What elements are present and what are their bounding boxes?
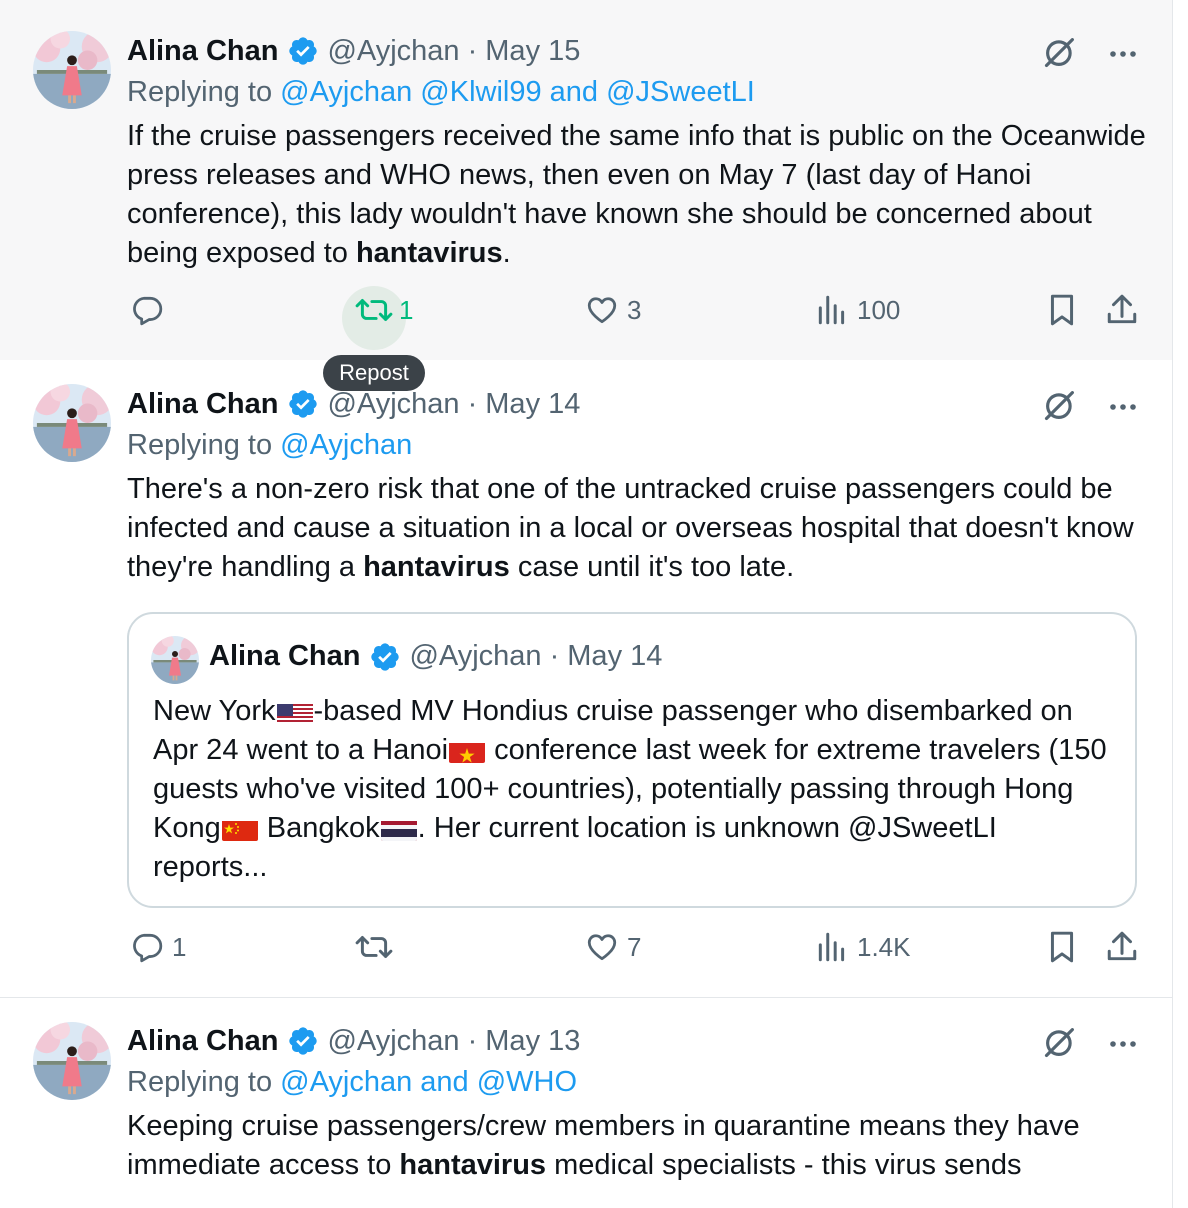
like-icon: [585, 293, 619, 327]
author-name[interactable]: Alina Chan: [127, 1025, 278, 1058]
tweet-text: If the cruise passengers received the sa…: [127, 117, 1157, 273]
bookmark-button[interactable]: [1047, 293, 1077, 327]
tweet-date[interactable]: · May 15: [468, 35, 581, 68]
views-button[interactable]: 1.4K: [815, 930, 911, 964]
author-handle[interactable]: @Ayjchan: [327, 35, 459, 68]
views-count: 100: [857, 294, 901, 325]
verified-badge-icon: [287, 388, 319, 420]
bookmark-icon: [1047, 293, 1077, 327]
reply-icon: [130, 293, 164, 327]
quote-text-part: Bangkok: [258, 812, 380, 844]
replying-label: Replying to: [127, 429, 281, 461]
flag-th-icon: [380, 817, 417, 841]
more-icon[interactable]: [1108, 1036, 1138, 1054]
tweet-date: · May 14: [549, 640, 663, 672]
repost-icon: [355, 930, 393, 964]
repost-icon: [355, 293, 393, 327]
avatar[interactable]: [33, 1022, 111, 1100]
repost-button[interactable]: 1: [355, 293, 413, 327]
like-icon: [585, 930, 619, 964]
repost-count: 1: [399, 294, 414, 325]
grok-icon[interactable]: [1042, 387, 1078, 428]
reply-button[interactable]: 1: [130, 930, 186, 964]
share-button[interactable]: [1105, 930, 1139, 964]
tweet-header: Alina Chan @Ayjchan · May 13: [127, 1021, 580, 1061]
like-button[interactable]: 3: [585, 293, 641, 327]
author-handle[interactable]: @Ayjchan: [327, 1025, 459, 1058]
replying-to: Replying to @Ayjchan and @WHO: [127, 1066, 577, 1099]
author-name[interactable]: Alina Chan: [127, 388, 278, 421]
reply-button[interactable]: [130, 293, 172, 327]
author-name[interactable]: Alina Chan: [127, 35, 278, 68]
verified-badge-icon: [287, 1025, 319, 1057]
replying-to-links[interactable]: @Ayjchan and @WHO: [280, 1066, 577, 1098]
tweet-text-part: .: [502, 237, 511, 269]
avatar: [151, 636, 199, 684]
more-icon[interactable]: [1108, 46, 1138, 64]
share-button[interactable]: [1105, 293, 1139, 327]
tweet-text-part: medical specialists - this virus sends: [546, 1149, 1022, 1181]
author-name: Alina Chan: [209, 640, 361, 672]
tweet-2[interactable]: Alina Chan @Ayjchan · May 14 Replying to…: [0, 360, 1173, 998]
views-button[interactable]: 100: [815, 293, 900, 327]
like-button[interactable]: 7: [585, 930, 641, 964]
replying-to-links[interactable]: @Ayjchan @Klwil99 and @JSweetLI: [280, 76, 755, 108]
author-handle: @Ayjchan: [409, 640, 542, 672]
replying-to: Replying to @Ayjchan: [127, 429, 412, 462]
tweet-text: There's a non-zero risk that one of the …: [127, 470, 1157, 587]
action-bar: 1 3 100: [0, 293, 1172, 343]
repost-tooltip: Repost: [323, 355, 425, 391]
bookmark-button[interactable]: [1047, 930, 1077, 964]
repost-button[interactable]: [355, 930, 401, 964]
reply-count: 1: [172, 931, 187, 962]
tweet-date[interactable]: · May 13: [468, 1025, 581, 1058]
quoted-tweet-text: New York -based MV Hondius cruise passeng…: [153, 692, 1118, 887]
quoted-tweet-header: Alina Chan @Ayjchan · May 14: [209, 640, 662, 673]
tweet-1[interactable]: Alina Chan @Ayjchan · May 15 Replying to…: [0, 0, 1173, 360]
action-bar: 1 7 1.4K: [0, 930, 1172, 980]
replying-to-links[interactable]: @Ayjchan: [280, 429, 412, 461]
grok-icon[interactable]: [1042, 1024, 1078, 1065]
avatar[interactable]: [33, 31, 111, 109]
replying-to: Replying to @Ayjchan @Klwil99 and @JSwee…: [127, 76, 755, 109]
verified-badge-icon: [369, 641, 401, 673]
flag-us-icon: [276, 700, 313, 724]
highlighted-term: hantavirus: [399, 1149, 547, 1181]
more-icon[interactable]: [1108, 399, 1138, 417]
flag-cn-icon: [221, 817, 258, 841]
verified-badge-icon: [287, 35, 319, 67]
like-count: 7: [627, 931, 642, 962]
like-count: 3: [627, 294, 642, 325]
avatar[interactable]: [33, 384, 111, 462]
highlighted-term: hantavirus: [363, 551, 510, 583]
tweet-text-part: If the cruise passengers received the sa…: [127, 120, 1146, 269]
replying-label: Replying to: [127, 76, 281, 108]
grok-icon[interactable]: [1042, 34, 1078, 75]
views-count: 1.4K: [857, 931, 911, 962]
author-handle[interactable]: @Ayjchan: [327, 388, 459, 421]
tweet-header: Alina Chan @Ayjchan · May 15: [127, 31, 580, 71]
tweet-text: Keeping cruise passengers/crew members i…: [127, 1107, 1157, 1185]
highlighted-term: hantavirus: [355, 237, 503, 269]
share-icon: [1105, 930, 1139, 964]
views-icon: [815, 293, 849, 327]
tweet-3[interactable]: Alina Chan @Ayjchan · May 13 Replying to…: [0, 998, 1173, 1208]
share-icon: [1105, 293, 1139, 327]
flag-vn-icon: [449, 739, 486, 763]
tweet-text-part: case until it's too late.: [509, 551, 795, 583]
quote-text-part: New York: [153, 695, 276, 727]
reply-icon: [130, 930, 164, 964]
replying-label: Replying to: [127, 1066, 281, 1098]
views-icon: [815, 930, 849, 964]
quoted-tweet[interactable]: Alina Chan @Ayjchan · May 14 New York -ba…: [127, 612, 1137, 908]
bookmark-icon: [1047, 930, 1077, 964]
tweet-date[interactable]: · May 14: [468, 388, 581, 421]
